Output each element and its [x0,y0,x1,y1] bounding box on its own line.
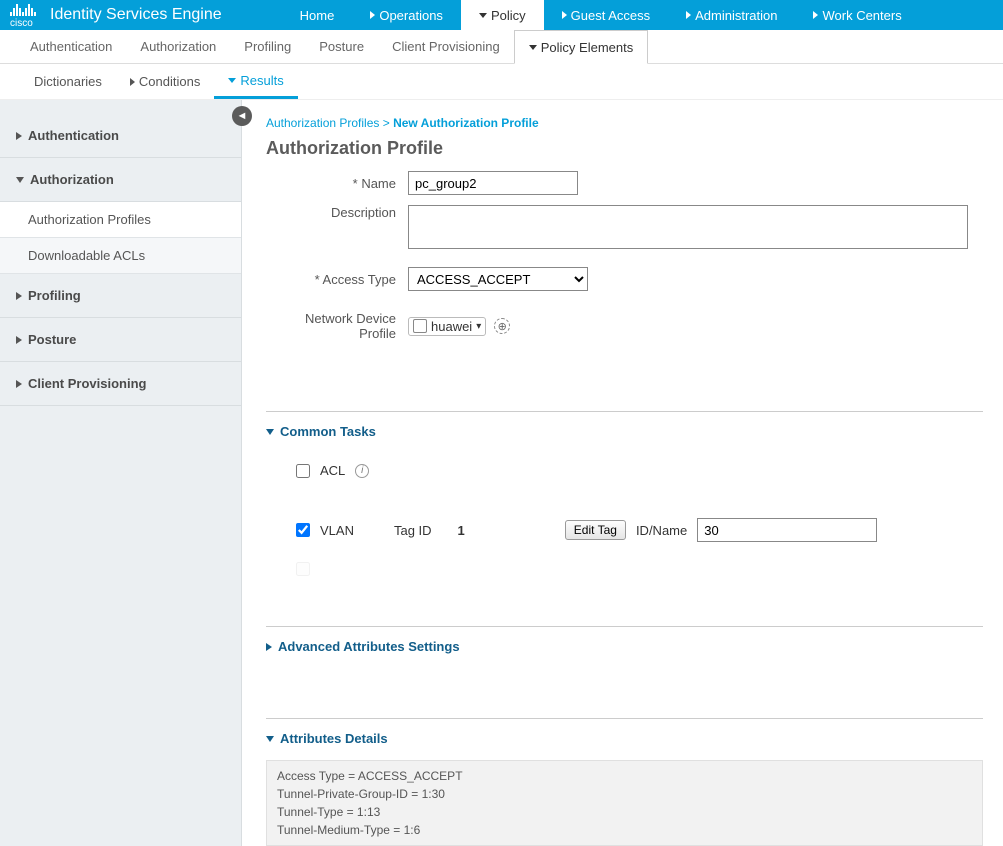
caret-down-icon [529,45,537,50]
tag-id-value: 1 [458,523,465,538]
task-acl-row: ACL i [266,453,983,488]
caret-right-icon [266,643,272,651]
sidebar-downloadable-acls[interactable]: Downloadable ACLs [0,238,241,274]
subnav-profiling[interactable]: Profiling [230,30,305,64]
breadcrumb-link-profiles[interactable]: Authorization Profiles [266,116,379,130]
task-empty-row [266,552,983,586]
attributes-details-header[interactable]: Attributes Details [266,731,983,746]
sidebar-profiling[interactable]: Profiling [0,274,241,318]
product-name: Identity Services Engine [50,6,222,24]
caret-down-icon [228,78,236,83]
cisco-logo-icon: cisco [10,2,36,29]
logo-block: cisco Identity Services Engine [0,2,232,29]
network-device-profile-label: Network Device Profile [266,311,396,341]
breadcrumb-current: New Authorization Profile [393,116,539,130]
task-vlan-row: VLAN Tag ID 1 Edit Tag ID/Name [266,508,983,552]
advanced-attributes-header[interactable]: Advanced Attributes Settings [266,639,983,654]
sidebar-client-provisioning[interactable]: Client Provisioning [0,362,241,406]
separator [266,411,983,412]
caret-right-icon [686,11,691,19]
subnav-authentication[interactable]: Authentication [16,30,126,64]
tertiary-nav: Dictionaries Conditions Results [0,64,1003,100]
description-input[interactable] [408,205,968,249]
logo-text: cisco [10,18,36,29]
caret-right-icon [16,292,22,300]
subnav-client-provisioning[interactable]: Client Provisioning [378,30,514,64]
id-name-label: ID/Name [636,523,687,538]
edit-tag-button[interactable]: Edit Tag [565,520,626,540]
tertiary-dictionaries[interactable]: Dictionaries [20,64,116,99]
page-title: Authorization Profile [266,138,983,159]
sidebar-authorization[interactable]: Authorization [0,158,241,202]
sub-nav: Authentication Authorization Profiling P… [0,30,1003,64]
nav-administration[interactable]: Administration [668,0,795,30]
breadcrumb: Authorization Profiles > New Authorizati… [266,116,983,130]
sidebar: ◄ Authentication Authorization Authoriza… [0,100,242,846]
caret-down-icon [266,429,274,435]
top-bar: cisco Identity Services Engine Home Oper… [0,0,1003,30]
name-label: Name [266,176,396,191]
tertiary-conditions[interactable]: Conditions [116,64,214,99]
attributes-details-box: Access Type = ACCESS_ACCEPT Tunnel-Priva… [266,760,983,846]
description-label: Description [266,205,396,220]
caret-right-icon [813,11,818,19]
caret-right-icon [16,380,22,388]
access-type-label: Access Type [266,272,396,287]
chevron-left-icon: ◄ [237,110,248,122]
tertiary-results[interactable]: Results [214,64,297,99]
add-device-profile-button[interactable]: ⊕ [494,318,510,334]
network-device-profile-select[interactable]: huawei ▾ [408,317,486,336]
acl-checkbox[interactable] [296,464,310,478]
sidebar-authentication[interactable]: Authentication [0,114,241,158]
sidebar-posture[interactable]: Posture [0,318,241,362]
acl-label: ACL [320,463,345,478]
nav-policy[interactable]: Policy [461,0,544,30]
name-input[interactable] [408,171,578,195]
access-type-select[interactable]: ACCESS_ACCEPT [408,267,588,291]
sidebar-authorization-profiles[interactable]: Authorization Profiles [0,202,241,238]
attr-line: Tunnel-Private-Group-ID = 1:30 [277,785,972,803]
caret-down-icon [16,177,24,183]
breadcrumb-sep: > [383,116,390,130]
caret-down-icon [266,736,274,742]
workspace: ◄ Authentication Authorization Authoriza… [0,100,1003,846]
common-tasks-header[interactable]: Common Tasks [266,424,983,439]
subnav-policy-elements[interactable]: Policy Elements [514,30,648,64]
nav-work-centers[interactable]: Work Centers [795,0,919,30]
top-nav: Home Operations Policy Guest Access Admi… [282,0,920,30]
info-icon[interactable]: i [355,464,369,478]
nav-guest-access[interactable]: Guest Access [544,0,668,30]
ndp-value: huawei [431,319,472,334]
vlan-label: VLAN [320,523,354,538]
caret-down-icon: ▾ [476,321,481,332]
caret-right-icon [16,132,22,140]
tag-id-label: Tag ID [394,523,432,538]
caret-right-icon [562,11,567,19]
subnav-authorization[interactable]: Authorization [126,30,230,64]
id-name-input[interactable] [697,518,877,542]
vlan-checkbox[interactable] [296,523,310,537]
nav-home[interactable]: Home [282,0,353,30]
sidebar-collapse-button[interactable]: ◄ [232,106,252,126]
attr-line: Access Type = ACCESS_ACCEPT [277,767,972,785]
separator [266,718,983,719]
caret-down-icon [479,13,487,18]
caret-right-icon [370,11,375,19]
subnav-posture[interactable]: Posture [305,30,378,64]
separator [266,626,983,627]
caret-right-icon [130,78,135,86]
nav-operations[interactable]: Operations [352,0,461,30]
attr-line: Tunnel-Type = 1:13 [277,803,972,821]
placeholder-checkbox [296,562,310,576]
content: Authorization Profiles > New Authorizati… [242,100,1003,846]
device-icon [413,319,427,333]
attr-line: Tunnel-Medium-Type = 1:6 [277,821,972,839]
caret-right-icon [16,336,22,344]
